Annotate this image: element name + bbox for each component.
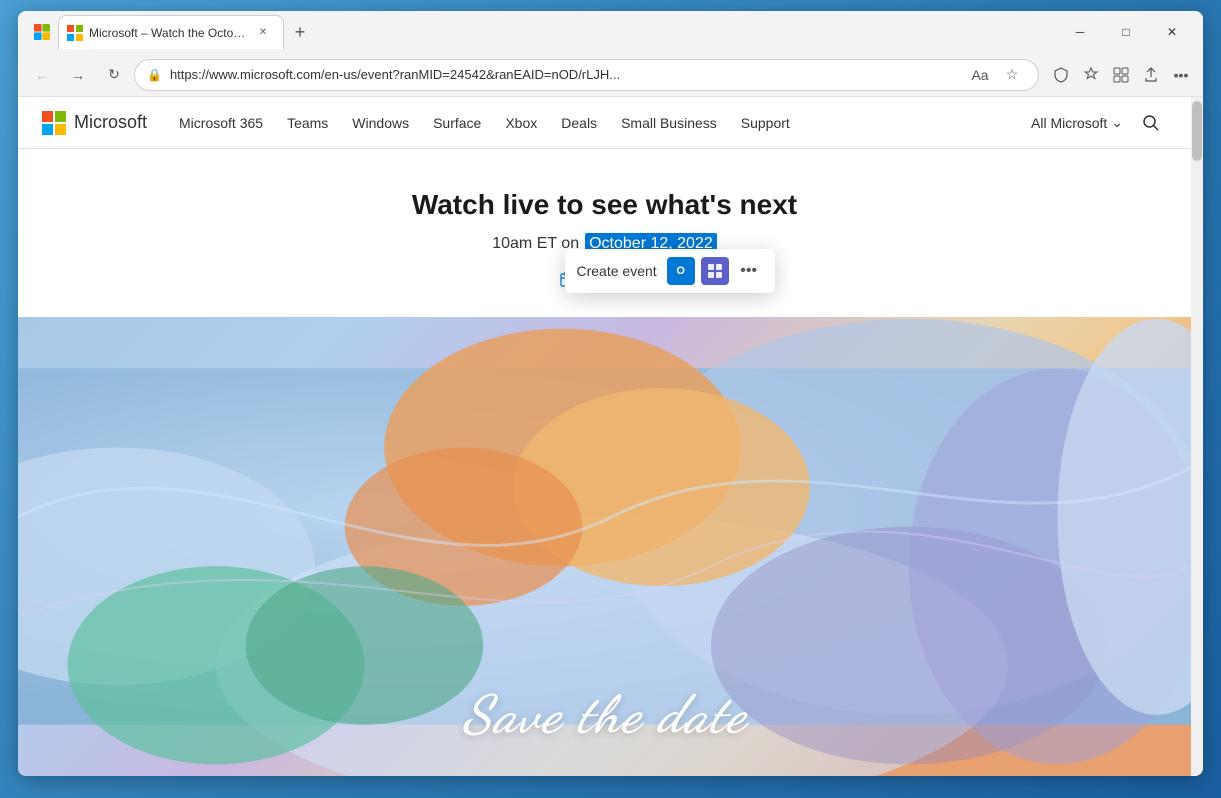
active-tab[interactable]: Microsoft – Watch the October ✕: [58, 15, 284, 49]
hero-background: Save the date: [18, 317, 1191, 776]
page-content: Microsoft Microsoft 365 Teams Windows Su…: [18, 97, 1191, 776]
logo-blue: [42, 124, 53, 135]
tab-title: Microsoft – Watch the October: [89, 26, 249, 40]
all-microsoft-text: All Microsoft: [1031, 115, 1107, 131]
tab-favicon: [67, 25, 83, 41]
share-icon: [1143, 67, 1159, 83]
lock-icon: 🔒: [147, 68, 162, 82]
share-button[interactable]: [1137, 61, 1165, 89]
address-bar: ← → ↻ 🔒 https://www.microsoft.com/en-us/…: [18, 53, 1203, 97]
forward-button[interactable]: →: [62, 59, 94, 91]
nav-microsoft365[interactable]: Microsoft 365: [171, 111, 271, 135]
read-aloud-button[interactable]: Aa: [966, 61, 994, 89]
outlook-icon: O: [676, 265, 685, 277]
microsoft-logo-grid: [42, 111, 66, 135]
scrollbar-thumb[interactable]: [1192, 101, 1202, 161]
collections-button[interactable]: [1107, 61, 1135, 89]
refresh-button[interactable]: ↻: [98, 59, 130, 91]
star-icon: [1083, 67, 1099, 83]
search-icon: [1142, 114, 1160, 132]
logo-green: [55, 111, 66, 122]
context-menu-icons: O •••: [667, 257, 763, 285]
hero-image: Save the date: [18, 317, 1191, 776]
hero-section: Watch live to see what's next 10am ET on…: [18, 149, 1191, 317]
maximize-button[interactable]: □: [1103, 16, 1149, 48]
search-button[interactable]: [1135, 107, 1167, 139]
browser-window: Microsoft – Watch the October ✕ + ─ □ ✕ …: [18, 11, 1203, 776]
tab-close-button[interactable]: ✕: [255, 25, 271, 41]
url-bar[interactable]: 🔒 https://www.microsoft.com/en-us/event?…: [134, 59, 1039, 91]
title-bar: Microsoft – Watch the October ✕ + ─ □ ✕: [18, 11, 1203, 53]
context-menu-label: Create event: [577, 263, 657, 279]
microsoft-nav: Microsoft Microsoft 365 Teams Windows Su…: [18, 97, 1191, 149]
nav-support[interactable]: Support: [733, 111, 798, 135]
toolbar-icons: •••: [1047, 61, 1195, 89]
new-tab-button[interactable]: +: [284, 16, 316, 48]
nav-smallbusiness[interactable]: Small Business: [613, 111, 725, 135]
logo-yellow: [55, 124, 66, 135]
minimize-button[interactable]: ─: [1057, 16, 1103, 48]
hero-title: Watch live to see what's next: [42, 189, 1167, 221]
ms-nav-right: All Microsoft ⌄: [1031, 107, 1167, 139]
microsoft-logo[interactable]: Microsoft: [42, 111, 147, 135]
browser-extensions-button[interactable]: [1047, 61, 1075, 89]
save-date-text: Save the date: [462, 683, 746, 746]
nav-xbox[interactable]: Xbox: [497, 111, 545, 135]
nav-teams[interactable]: Teams: [279, 111, 336, 135]
more-options-button[interactable]: •••: [1167, 61, 1195, 89]
context-menu: Create event O: [565, 249, 775, 293]
chevron-down-icon: ⌄: [1111, 114, 1123, 131]
url-text: https://www.microsoft.com/en-us/event?ra…: [170, 67, 958, 82]
scrollbar-track[interactable]: [1191, 97, 1203, 776]
nav-deals[interactable]: Deals: [553, 111, 605, 135]
browser-content-wrapper: Microsoft Microsoft 365 Teams Windows Su…: [18, 97, 1203, 776]
url-icons: Aa ☆: [966, 61, 1026, 89]
shield-icon: [1053, 67, 1069, 83]
teams-icon: [707, 263, 723, 279]
more-options-icon: •••: [740, 262, 757, 280]
window-controls: ─ □ ✕: [1057, 16, 1195, 48]
ms-nav-links: Microsoft 365 Teams Windows Surface Xbox…: [171, 111, 1007, 135]
favorites-star-button[interactable]: [1077, 61, 1105, 89]
close-button[interactable]: ✕: [1149, 16, 1195, 48]
context-more-button[interactable]: •••: [735, 257, 763, 285]
favorites-button[interactable]: ☆: [998, 61, 1026, 89]
tab-bar: Microsoft – Watch the October ✕ +: [26, 11, 1053, 53]
outlook-calendar-button[interactable]: O: [667, 257, 695, 285]
all-microsoft-link[interactable]: All Microsoft ⌄: [1031, 114, 1123, 131]
back-button[interactable]: ←: [26, 59, 58, 91]
browser-icon: [34, 24, 50, 40]
microsoft-name: Microsoft: [74, 112, 147, 133]
nav-windows[interactable]: Windows: [344, 111, 417, 135]
nav-surface[interactable]: Surface: [425, 111, 489, 135]
tab-icon-area: [26, 16, 58, 48]
logo-red: [42, 111, 53, 122]
teams-calendar-button[interactable]: [701, 257, 729, 285]
collections-icon: [1113, 67, 1129, 83]
